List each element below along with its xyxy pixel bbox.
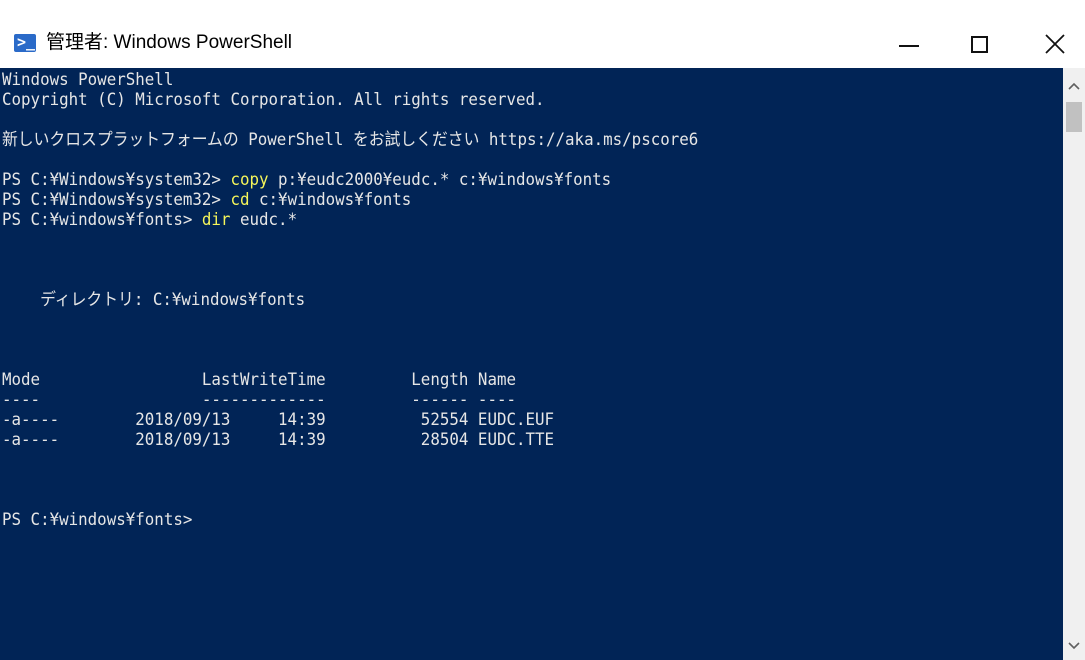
command-line: PS C:¥windows¥fonts> dir eudc.* bbox=[2, 210, 297, 230]
minimize-button[interactable] bbox=[876, 16, 936, 68]
maximize-icon bbox=[971, 36, 988, 53]
close-icon bbox=[1045, 34, 1065, 54]
console-output[interactable]: Windows PowerShell Copyright (C) Microso… bbox=[0, 68, 1063, 660]
command-line: PS C:¥Windows¥system32> cd c:¥windows¥fo… bbox=[2, 190, 411, 210]
maximize-button[interactable] bbox=[950, 16, 1010, 68]
vertical-scrollbar[interactable] bbox=[1063, 68, 1085, 660]
chevron-down-icon bbox=[1068, 642, 1080, 650]
command-name: copy bbox=[230, 170, 269, 190]
command-args: eudc.* bbox=[230, 210, 298, 230]
window-title: 管理者: Windows PowerShell bbox=[46, 32, 293, 53]
close-button[interactable] bbox=[1025, 16, 1085, 68]
command-line: PS C:¥Windows¥system32> copy p:¥eudc2000… bbox=[2, 170, 611, 190]
banner-line: 新しいクロスプラットフォームの PowerShell をお試しください http… bbox=[2, 130, 699, 150]
powershell-window: >_ 管理者: Windows PowerShell Windows Power… bbox=[0, 0, 1085, 660]
directory-line: ディレクトリ: C:¥windows¥fonts bbox=[2, 290, 306, 310]
chevron-up-icon bbox=[1068, 82, 1080, 90]
prompt: PS C:¥windows¥fonts> bbox=[2, 210, 202, 230]
table-row: -a---- 2018/09/13 14:39 52554 EUDC.EUF bbox=[2, 410, 555, 430]
banner-line: Copyright (C) Microsoft Corporation. All… bbox=[2, 90, 545, 110]
table-separator: ---- ------------- ------ ---- bbox=[2, 390, 516, 410]
table-row: -a---- 2018/09/13 14:39 28504 EUDC.TTE bbox=[2, 430, 555, 450]
prompt: PS C:¥Windows¥system32> bbox=[2, 170, 231, 190]
scrollbar-thumb[interactable] bbox=[1066, 102, 1082, 132]
minimize-icon bbox=[899, 45, 919, 47]
command-name: cd bbox=[230, 190, 250, 210]
prompt: PS C:¥Windows¥system32> bbox=[2, 190, 231, 210]
powershell-icon: >_ bbox=[14, 34, 36, 52]
command-args: p:¥eudc2000¥eudc.* c:¥windows¥fonts bbox=[268, 170, 612, 190]
final-prompt: PS C:¥windows¥fonts> bbox=[2, 510, 193, 530]
title-bar[interactable]: >_ 管理者: Windows PowerShell bbox=[0, 0, 1085, 68]
command-args: c:¥windows¥fonts bbox=[249, 190, 412, 210]
table-header: Mode LastWriteTime Length Name bbox=[2, 370, 516, 390]
banner-line: Windows PowerShell bbox=[2, 70, 174, 90]
scroll-up-button[interactable] bbox=[1063, 76, 1085, 98]
command-name: dir bbox=[201, 210, 231, 230]
scroll-down-button[interactable] bbox=[1063, 636, 1085, 658]
